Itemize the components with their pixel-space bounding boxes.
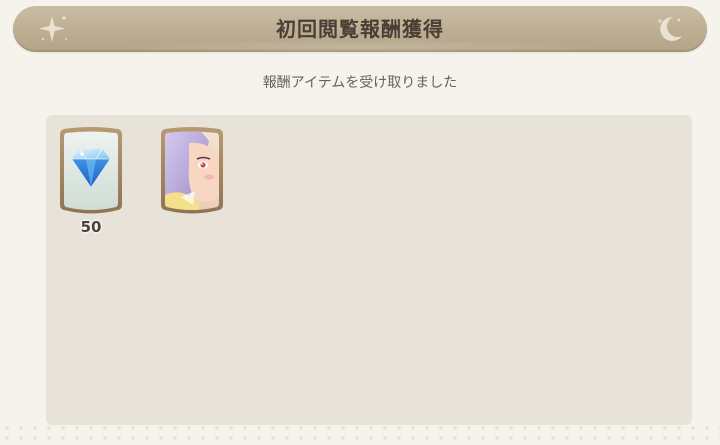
background-pattern [0, 423, 720, 445]
character-portrait [165, 131, 219, 210]
title-bar: 初回閲覧報酬獲得 [13, 6, 707, 52]
reward-message: 報酬アイテムを受け取りました [262, 75, 458, 91]
reward-card-frame [60, 127, 122, 214]
moon-icon [657, 16, 682, 41]
reward-card-frame [161, 127, 223, 214]
page-title: 初回閲覧報酬獲得 [276, 17, 444, 41]
reward-panel: 50 [46, 115, 692, 425]
reward-item-diamond[interactable]: 50 [58, 125, 124, 236]
reward-quantity: 50 [80, 218, 102, 236]
reward-item-character[interactable] [159, 125, 225, 217]
